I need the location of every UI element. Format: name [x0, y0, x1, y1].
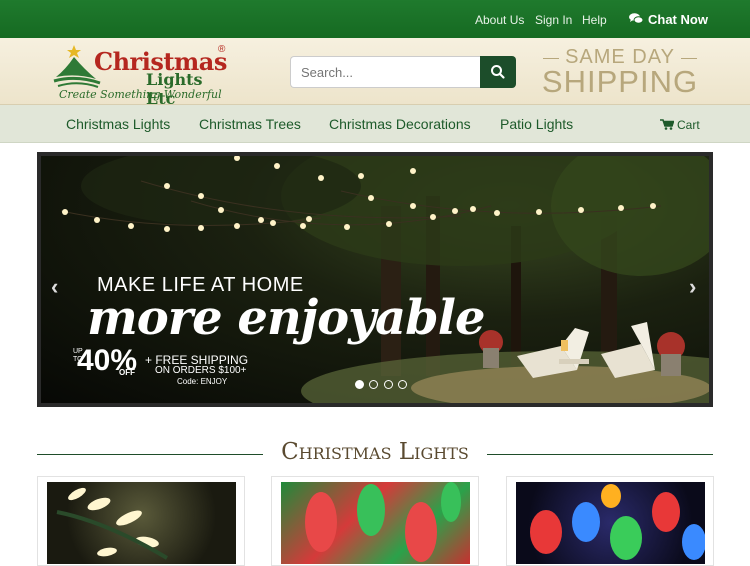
product-card[interactable]: [271, 476, 479, 566]
product-image-mini-lights: [47, 482, 236, 564]
search-input[interactable]: [290, 56, 482, 88]
hero-orders-over: ON ORDERS $100+: [155, 365, 247, 376]
cart-link[interactable]: Cart: [660, 118, 700, 132]
help-link[interactable]: Help: [582, 13, 607, 27]
product-image-multicolor-c9-lights: [516, 482, 705, 564]
carousel-dot-4[interactable]: [398, 380, 408, 389]
product-card[interactable]: [506, 476, 714, 566]
carousel-prev-arrow[interactable]: ‹: [51, 274, 58, 300]
promo-line-1: SAME DAY: [540, 46, 700, 69]
hero-promo-code: Code: ENJOY: [177, 377, 228, 386]
carousel-dot-3[interactable]: [383, 380, 393, 389]
site-header: Christmas ® Lights Etc Create Something …: [0, 38, 750, 108]
nav-item-christmas-decorations[interactable]: Christmas Decorations: [329, 116, 471, 132]
promo-line-2: SHIPPING: [541, 64, 699, 99]
product-image-led-c6-lights: [281, 482, 470, 564]
search-bar: [290, 56, 516, 88]
carousel-dots: [355, 376, 408, 394]
search-icon: [491, 65, 505, 79]
main-nav: Christmas Lights Christmas Trees Christm…: [0, 105, 750, 143]
section-title: Christmas Lights: [281, 439, 469, 465]
section-heading: Christmas Lights: [37, 437, 713, 469]
product-card[interactable]: [37, 476, 245, 566]
nav-item-christmas-lights[interactable]: Christmas Lights: [66, 116, 170, 132]
chat-now-label: Chat Now: [648, 12, 708, 27]
cart-icon: [660, 119, 675, 130]
logo-tagline: Create Something Wonderful: [59, 88, 222, 101]
carousel-dot-1[interactable]: [355, 380, 364, 389]
top-utility-bar: About Us Sign In Help Chat Now: [0, 0, 750, 38]
carousel-next-arrow[interactable]: ›: [689, 274, 696, 300]
about-us-link[interactable]: About Us: [475, 13, 524, 27]
site-logo[interactable]: Christmas ® Lights Etc Create Something …: [52, 43, 237, 108]
hero-image-backyard-lights: ‹ › MAKE LIFE AT HOME more enjoyable UP …: [41, 156, 709, 403]
search-button[interactable]: [480, 56, 516, 88]
same-day-shipping-promo: SAME DAY SHIPPING: [540, 46, 700, 104]
registered-mark: ®: [218, 44, 226, 55]
hero-off: OFF: [119, 368, 135, 377]
chat-bubble-icon: [629, 13, 644, 27]
hero-banner[interactable]: ‹ › MAKE LIFE AT HOME more enjoyable UP …: [37, 152, 713, 407]
nav-item-christmas-trees[interactable]: Christmas Trees: [199, 116, 301, 132]
chat-now-link[interactable]: Chat Now: [629, 12, 708, 27]
carousel-dot-2[interactable]: [369, 380, 379, 389]
nav-item-patio-lights[interactable]: Patio Lights: [500, 116, 573, 132]
hero-script-headline: more enjoyable: [87, 290, 485, 346]
sign-in-link[interactable]: Sign In: [535, 13, 572, 27]
cart-label: Cart: [677, 118, 700, 132]
